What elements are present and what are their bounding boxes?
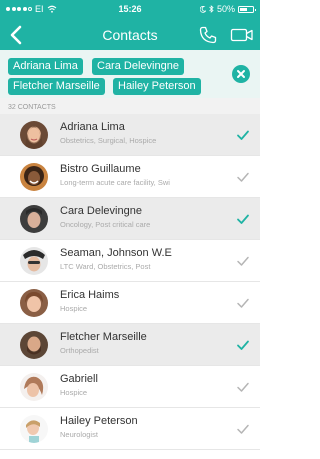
check-icon[interactable] — [236, 128, 250, 142]
close-icon — [237, 70, 245, 78]
avatar — [20, 163, 48, 191]
avatar — [20, 247, 48, 275]
selected-chip[interactable]: Cara Delevingne — [92, 58, 184, 75]
contact-detail: LTC Ward, Obstetrics, Post — [60, 262, 151, 271]
selected-chip[interactable]: Fletcher Marseille — [8, 78, 105, 95]
contact-name: Cara Delevingne — [60, 205, 142, 217]
contact-row[interactable]: Hailey Peterson Neurologist — [0, 408, 260, 450]
contact-name: Bistro Guillaume — [60, 163, 141, 175]
battery-icon — [238, 5, 256, 13]
check-icon[interactable] — [236, 296, 250, 310]
contact-name: Adriana Lima — [60, 121, 125, 133]
contacts-count: 32 CONTACTS — [0, 98, 260, 114]
contact-name: Fletcher Marseille — [60, 331, 147, 343]
avatar — [20, 415, 48, 443]
page-title: Contacts — [102, 27, 158, 43]
avatar — [20, 121, 48, 149]
bluetooth-icon — [209, 5, 214, 13]
contact-row[interactable]: Erica Haims Hospice — [0, 282, 260, 324]
navigation-bar: Contacts — [0, 20, 260, 50]
status-bar: EI 15:26 50% — [0, 0, 260, 18]
check-icon[interactable] — [236, 380, 250, 394]
contact-detail: Oncology, Post critical care — [60, 220, 151, 229]
contact-row[interactable]: Bistro Guillaume Long-term acute care fa… — [0, 156, 260, 198]
contact-detail: Obstetrics, Surgical, Hospice — [60, 136, 157, 145]
contact-detail: Neurologist — [60, 430, 98, 439]
moon-icon — [199, 5, 206, 13]
check-icon[interactable] — [236, 338, 250, 352]
avatar — [20, 205, 48, 233]
contact-detail: Hospice — [60, 304, 88, 313]
battery-percent: 50% — [216, 4, 235, 14]
contact-detail: Orthopedist — [60, 346, 99, 355]
header: EI 15:26 50% Contacts — [0, 0, 260, 50]
check-icon[interactable] — [236, 170, 250, 184]
contact-name: Gabriell — [60, 373, 98, 385]
video-camera-icon[interactable] — [230, 26, 254, 44]
selected-chip[interactable]: Adriana Lima — [8, 58, 83, 75]
avatar — [20, 331, 48, 359]
contact-row[interactable]: Cara Delevingne Oncology, Post critical … — [0, 198, 260, 240]
contact-row[interactable]: Fletcher Marseille Orthopedist — [0, 324, 260, 366]
check-icon[interactable] — [236, 422, 250, 436]
app-screen: EI 15:26 50% Contacts Adriana Lima Cara … — [0, 0, 260, 459]
contact-name: Seaman, Johnson W.E — [60, 247, 172, 259]
contact-name: Hailey Peterson — [60, 415, 138, 427]
clear-selection-button[interactable] — [232, 65, 250, 83]
selected-chip[interactable]: Hailey Peterson — [113, 78, 201, 95]
contact-row[interactable]: Adriana Lima Obstetrics, Surgical, Hospi… — [0, 114, 260, 156]
avatar — [20, 373, 48, 401]
check-icon[interactable] — [236, 212, 250, 226]
contact-name: Erica Haims — [60, 289, 120, 301]
status-right: 50% — [199, 4, 256, 14]
contact-row[interactable]: Seaman, Johnson W.E LTC Ward, Obstetrics… — [0, 240, 260, 282]
contact-detail: Hospice — [60, 388, 88, 397]
contact-row[interactable]: Gabriell Hospice — [0, 366, 260, 408]
check-icon[interactable] — [236, 254, 250, 268]
phone-icon[interactable] — [198, 25, 218, 45]
selected-contacts-bar: Adriana Lima Cara Delevingne Fletcher Ma… — [0, 50, 260, 98]
contact-detail: Long-term acute care facility, Swi — [60, 178, 170, 187]
avatar — [20, 289, 48, 317]
